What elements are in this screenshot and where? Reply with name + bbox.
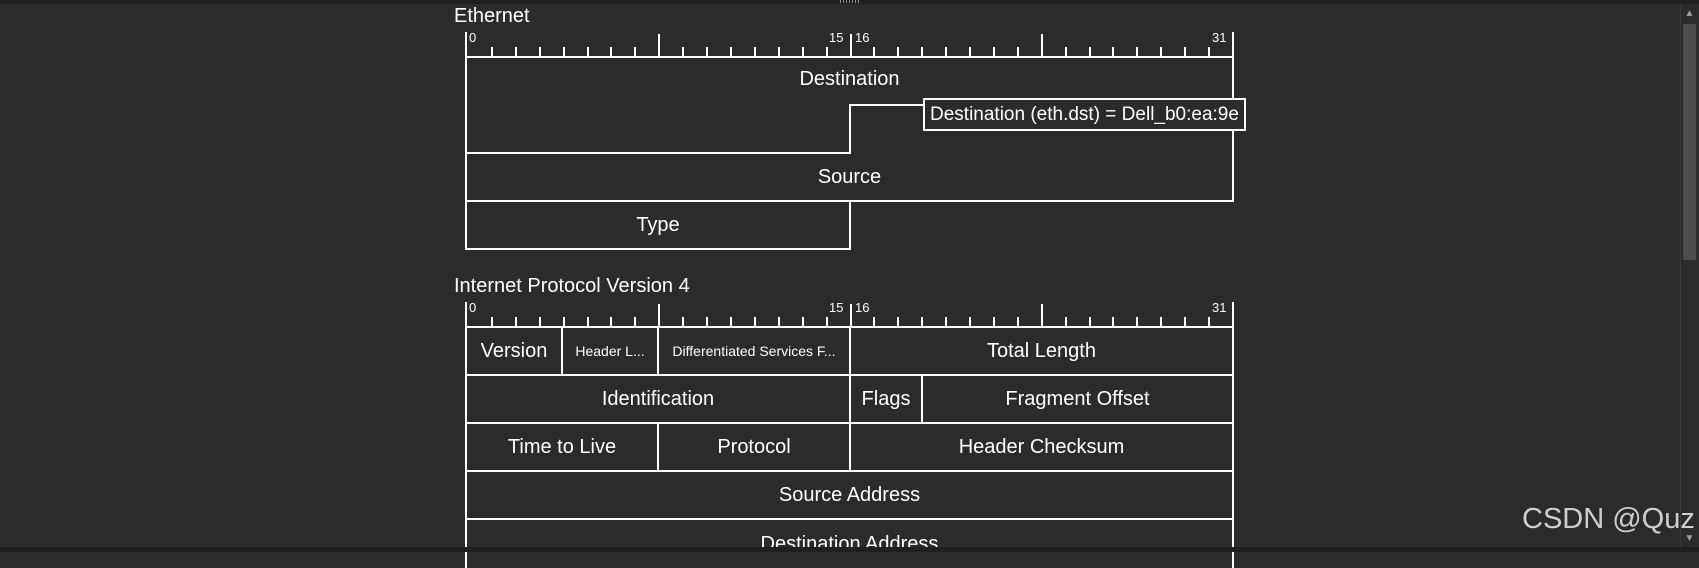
field-time-to-live-label: Time to Live xyxy=(507,435,617,458)
field-destination-address[interactable]: Destination Address xyxy=(465,520,1234,568)
field-identification[interactable]: Identification xyxy=(465,376,849,424)
resize-grip[interactable] xyxy=(840,0,860,3)
field-source[interactable]: Source xyxy=(465,154,1234,202)
destination-left-edge xyxy=(465,100,467,154)
field-source-label: Source xyxy=(817,165,882,188)
field-fragment-offset[interactable]: Fragment Offset xyxy=(921,376,1234,424)
field-source-address[interactable]: Source Address xyxy=(465,472,1234,520)
field-header-checksum-label: Header Checksum xyxy=(958,435,1125,458)
destination-step-top xyxy=(849,104,923,106)
field-source-address-label: Source Address xyxy=(778,483,921,506)
ruler-label-15: 15 xyxy=(829,30,844,45)
field-protocol-label: Protocol xyxy=(717,435,791,458)
ruler-label-15: 15 xyxy=(829,300,844,315)
watermark: CSDN @Quz xyxy=(1522,503,1695,535)
field-differentiated-services[interactable]: Differentiated Services F... xyxy=(657,328,849,376)
ethernet-bit-ruler: 0 15 16 31 xyxy=(465,30,1234,58)
ruler-label-end: 31 xyxy=(1212,30,1227,45)
ipv4-bit-ruler: 0 15 16 31 xyxy=(465,300,1234,328)
ruler-tick xyxy=(1041,34,1043,58)
field-destination-address-label: Destination Address xyxy=(760,532,939,555)
ipv4-section-title: Internet Protocol Version 4 xyxy=(454,275,690,297)
ruler-label-16: 16 xyxy=(855,30,870,45)
bottom-border xyxy=(0,547,1699,552)
field-version-label: Version xyxy=(480,339,548,362)
field-total-length[interactable]: Total Length xyxy=(849,328,1234,376)
ruler-tick xyxy=(658,304,660,328)
ethernet-section-title: Ethernet xyxy=(454,5,530,27)
scroll-up-icon[interactable]: ▲ xyxy=(1683,6,1696,20)
ruler-tick-mid xyxy=(850,34,852,58)
ruler-tick xyxy=(658,34,660,58)
ruler-label-start: 0 xyxy=(469,300,477,315)
field-header-length-label: Header L... xyxy=(575,343,645,359)
field-differentiated-services-label: Differentiated Services F... xyxy=(672,343,836,359)
field-header-length[interactable]: Header L... xyxy=(561,328,657,376)
field-tooltip: Destination (eth.dst) = Dell_b0:ea:9e xyxy=(923,98,1246,131)
field-time-to-live[interactable]: Time to Live xyxy=(465,424,657,472)
ruler-label-16: 16 xyxy=(855,300,870,315)
ruler-tick-mid xyxy=(850,304,852,328)
field-type-label: Type xyxy=(636,213,680,236)
field-type[interactable]: Type xyxy=(465,202,851,250)
scrollbar-thumb[interactable] xyxy=(1683,24,1696,260)
field-flags-label: Flags xyxy=(861,387,911,410)
field-version[interactable]: Version xyxy=(465,328,561,376)
field-header-checksum[interactable]: Header Checksum xyxy=(849,424,1234,472)
field-fragment-offset-label: Fragment Offset xyxy=(1005,387,1150,410)
destination-step-vertical xyxy=(849,104,851,154)
field-total-length-label: Total Length xyxy=(987,339,1096,362)
ruler-label-start: 0 xyxy=(469,30,477,45)
field-identification-label: Identification xyxy=(601,387,715,410)
ruler-label-end: 31 xyxy=(1212,300,1227,315)
field-protocol[interactable]: Protocol xyxy=(657,424,849,472)
ruler-tick xyxy=(1041,304,1043,328)
field-destination[interactable]: Destination xyxy=(465,56,1234,100)
field-destination-label: Destination xyxy=(799,67,900,90)
field-flags[interactable]: Flags xyxy=(849,376,921,424)
